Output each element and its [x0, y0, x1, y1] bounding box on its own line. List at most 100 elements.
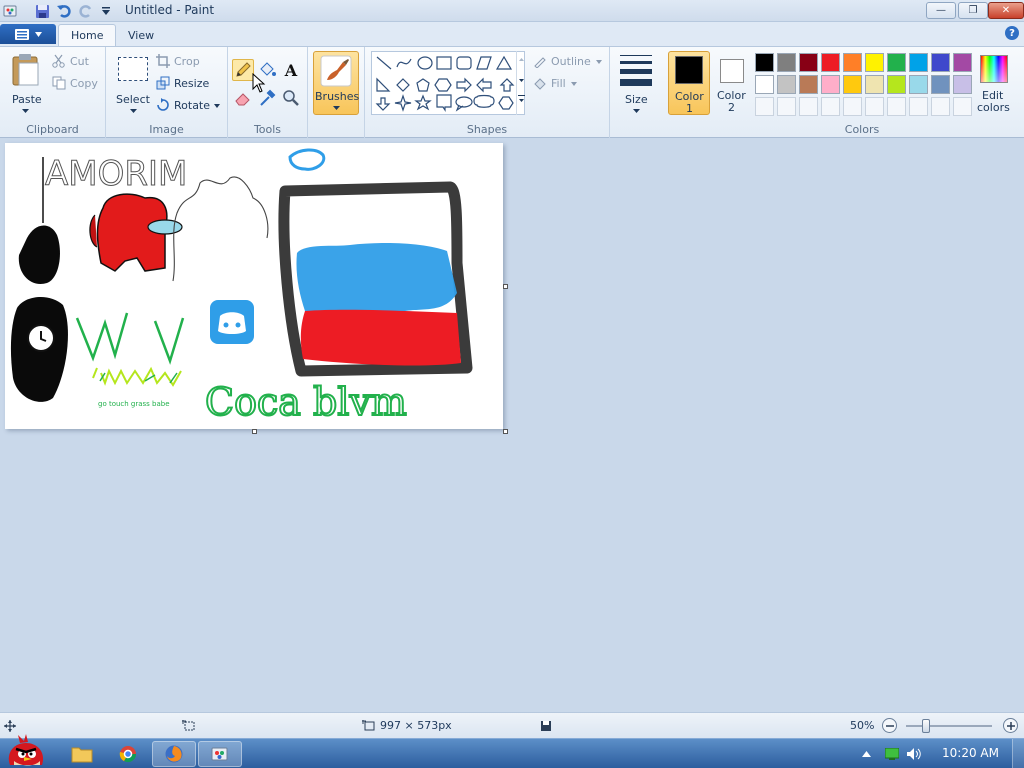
color-swatch[interactable] [909, 75, 928, 94]
color2-button[interactable]: Color 2 [712, 51, 752, 115]
undo-icon[interactable] [56, 3, 72, 19]
color-swatch[interactable] [777, 75, 796, 94]
customize-quick-access-icon[interactable] [98, 3, 114, 19]
help-button[interactable]: ? [1005, 26, 1019, 40]
fill-button[interactable]: Fill [533, 75, 605, 93]
color-swatch[interactable] [931, 75, 950, 94]
tools-group: A Tools [228, 47, 308, 139]
zoom-out-button[interactable] [882, 718, 897, 733]
paste-button[interactable]: Paste [6, 51, 46, 115]
eraser-tool[interactable] [232, 87, 254, 109]
shapes-gallery [371, 51, 525, 115]
edit-colors-button[interactable]: Edit colors [972, 51, 1016, 115]
crop-button[interactable]: Crop [156, 53, 222, 71]
color-swatch[interactable] [843, 53, 862, 72]
magnifier-tool[interactable] [280, 87, 302, 109]
rainbow-palette-icon [980, 55, 1008, 83]
zoom-slider-thumb[interactable] [922, 719, 930, 733]
chevron-down-icon [633, 109, 640, 113]
color-swatch[interactable] [931, 53, 950, 72]
color1-button[interactable]: Color 1 [668, 51, 710, 115]
minimize-button[interactable]: — [926, 2, 956, 19]
volume-icon[interactable] [906, 747, 922, 761]
size-button[interactable]: Size [614, 51, 658, 115]
taskbar-explorer[interactable] [60, 741, 104, 767]
redo-icon[interactable] [78, 3, 94, 19]
cut-button[interactable]: Cut [52, 53, 100, 71]
canvas-resize-handle-corner[interactable] [503, 429, 508, 434]
color-swatch[interactable] [953, 53, 972, 72]
file-size-icon [541, 721, 551, 731]
empty-color-swatch[interactable] [865, 97, 884, 116]
tab-home[interactable]: Home [58, 24, 117, 46]
color-swatch[interactable] [865, 53, 884, 72]
size-lines-icon [620, 55, 652, 86]
minus-icon [885, 724, 894, 727]
clipboard-group: Paste Cut Copy Clipboard [0, 47, 106, 139]
paste-label: Paste [12, 93, 42, 106]
save-icon[interactable] [34, 3, 50, 19]
copy-button[interactable]: Copy [52, 75, 100, 93]
color-swatch[interactable] [799, 53, 818, 72]
empty-color-swatch[interactable] [931, 97, 950, 116]
maximize-button[interactable]: ❐ [958, 2, 988, 19]
resize-button[interactable]: Resize [156, 75, 222, 93]
fill-label: Fill [551, 77, 566, 90]
drawing-canvas[interactable]: go touch grass babe AMORIM Coca blvm [5, 143, 503, 429]
empty-color-swatch[interactable] [909, 97, 928, 116]
color-swatch[interactable] [755, 75, 774, 94]
taskbar-chrome[interactable] [106, 741, 150, 767]
cut-label: Cut [70, 55, 89, 68]
brushes-button[interactable]: Brushes [313, 51, 359, 115]
tray-expand-icon[interactable] [862, 751, 871, 757]
color-swatch[interactable] [887, 53, 906, 72]
canvas-dimensions: 997 × 573px [380, 719, 452, 732]
colors-group: Colors [752, 47, 972, 139]
select-button[interactable]: Select [112, 51, 154, 115]
tab-view[interactable]: View [116, 24, 166, 46]
rotate-button[interactable]: Rotate [156, 97, 222, 115]
taskbar-firefox[interactable] [152, 741, 196, 767]
color-swatch[interactable] [953, 75, 972, 94]
start-button[interactable] [2, 733, 50, 768]
color-swatch[interactable] [777, 53, 796, 72]
empty-color-swatch[interactable] [777, 97, 796, 116]
empty-color-swatch[interactable] [887, 97, 906, 116]
chevron-down-icon [596, 60, 602, 64]
cola-text: Coca blvm [205, 380, 407, 424]
taskbar-paint[interactable] [198, 741, 242, 767]
taskbar: 10:20 AM [0, 734, 1024, 768]
file-menu-button[interactable] [0, 24, 56, 44]
color-swatch[interactable] [865, 75, 884, 94]
shapes-scrollbar[interactable] [516, 51, 526, 115]
status-bar: 997 × 573px 50% [0, 712, 1024, 738]
close-button[interactable]: ✕ [988, 2, 1024, 19]
canvas-resize-handle-right[interactable] [503, 284, 508, 289]
shapes-group-label: Shapes [466, 123, 508, 136]
color-swatch[interactable] [909, 53, 928, 72]
small-green-text: go touch grass babe [98, 400, 170, 408]
empty-color-swatch[interactable] [755, 97, 774, 116]
empty-color-swatch[interactable] [843, 97, 862, 116]
outline-button[interactable]: Outline [533, 53, 605, 71]
network-icon[interactable] [885, 748, 899, 760]
zoom-slider[interactable] [906, 719, 992, 733]
color-swatch[interactable] [843, 75, 862, 94]
crop-icon [156, 54, 170, 68]
shapes-icons[interactable] [373, 53, 523, 113]
canvas-resize-handle-bottom[interactable] [252, 429, 257, 434]
zoom-in-button[interactable] [1003, 718, 1018, 733]
empty-color-swatch[interactable] [953, 97, 972, 116]
fill-icon [534, 78, 546, 90]
color-swatch[interactable] [799, 75, 818, 94]
color-swatch[interactable] [821, 53, 840, 72]
color-swatch[interactable] [887, 75, 906, 94]
pencil-tool[interactable] [232, 59, 254, 81]
text-tool[interactable]: A [280, 59, 302, 81]
empty-color-swatch[interactable] [821, 97, 840, 116]
empty-color-swatch[interactable] [799, 97, 818, 116]
color-swatch[interactable] [821, 75, 840, 94]
paint-app-icon[interactable] [3, 3, 19, 19]
show-desktop-button[interactable] [1012, 739, 1024, 768]
color-swatch[interactable] [755, 53, 774, 72]
